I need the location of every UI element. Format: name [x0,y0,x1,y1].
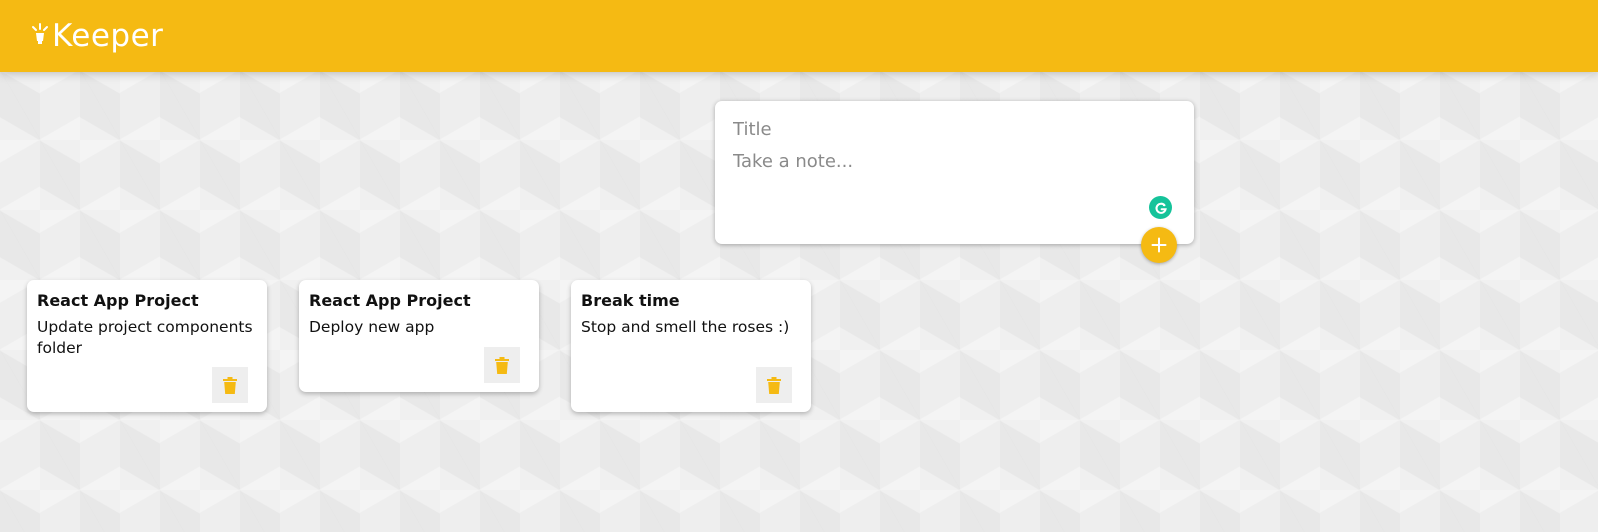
note-title: Break time [581,291,680,310]
grammarly-icon[interactable] [1149,196,1172,219]
delete-note-button[interactable] [484,347,520,383]
note-title: React App Project [37,291,199,310]
app-header: Keeper [0,0,1598,72]
app-title: Keeper [52,18,164,54]
delete-note-button[interactable] [212,367,248,403]
note-content: Stop and smell the roses :) [581,318,790,336]
note-content-input[interactable] [733,151,1163,211]
trash-icon [767,376,781,394]
note-content: Deploy new app [309,318,435,336]
lightbulb-icon [30,19,50,47]
note-card: React App Project Deploy new app [299,280,539,392]
trash-icon [223,376,237,394]
delete-note-button[interactable] [756,367,792,403]
plus-icon [1151,237,1167,253]
note-title-input[interactable] [733,119,1163,140]
note-card: Break time Stop and smell the roses :) [571,280,811,412]
note-title: React App Project [309,291,471,310]
add-note-button[interactable] [1141,227,1177,263]
note-card: React App Project Update project compone… [27,280,267,412]
create-note-form [715,101,1194,244]
app-logo: Keeper [30,18,163,54]
note-content: Update project components folder [37,318,258,357]
trash-icon [495,356,509,374]
